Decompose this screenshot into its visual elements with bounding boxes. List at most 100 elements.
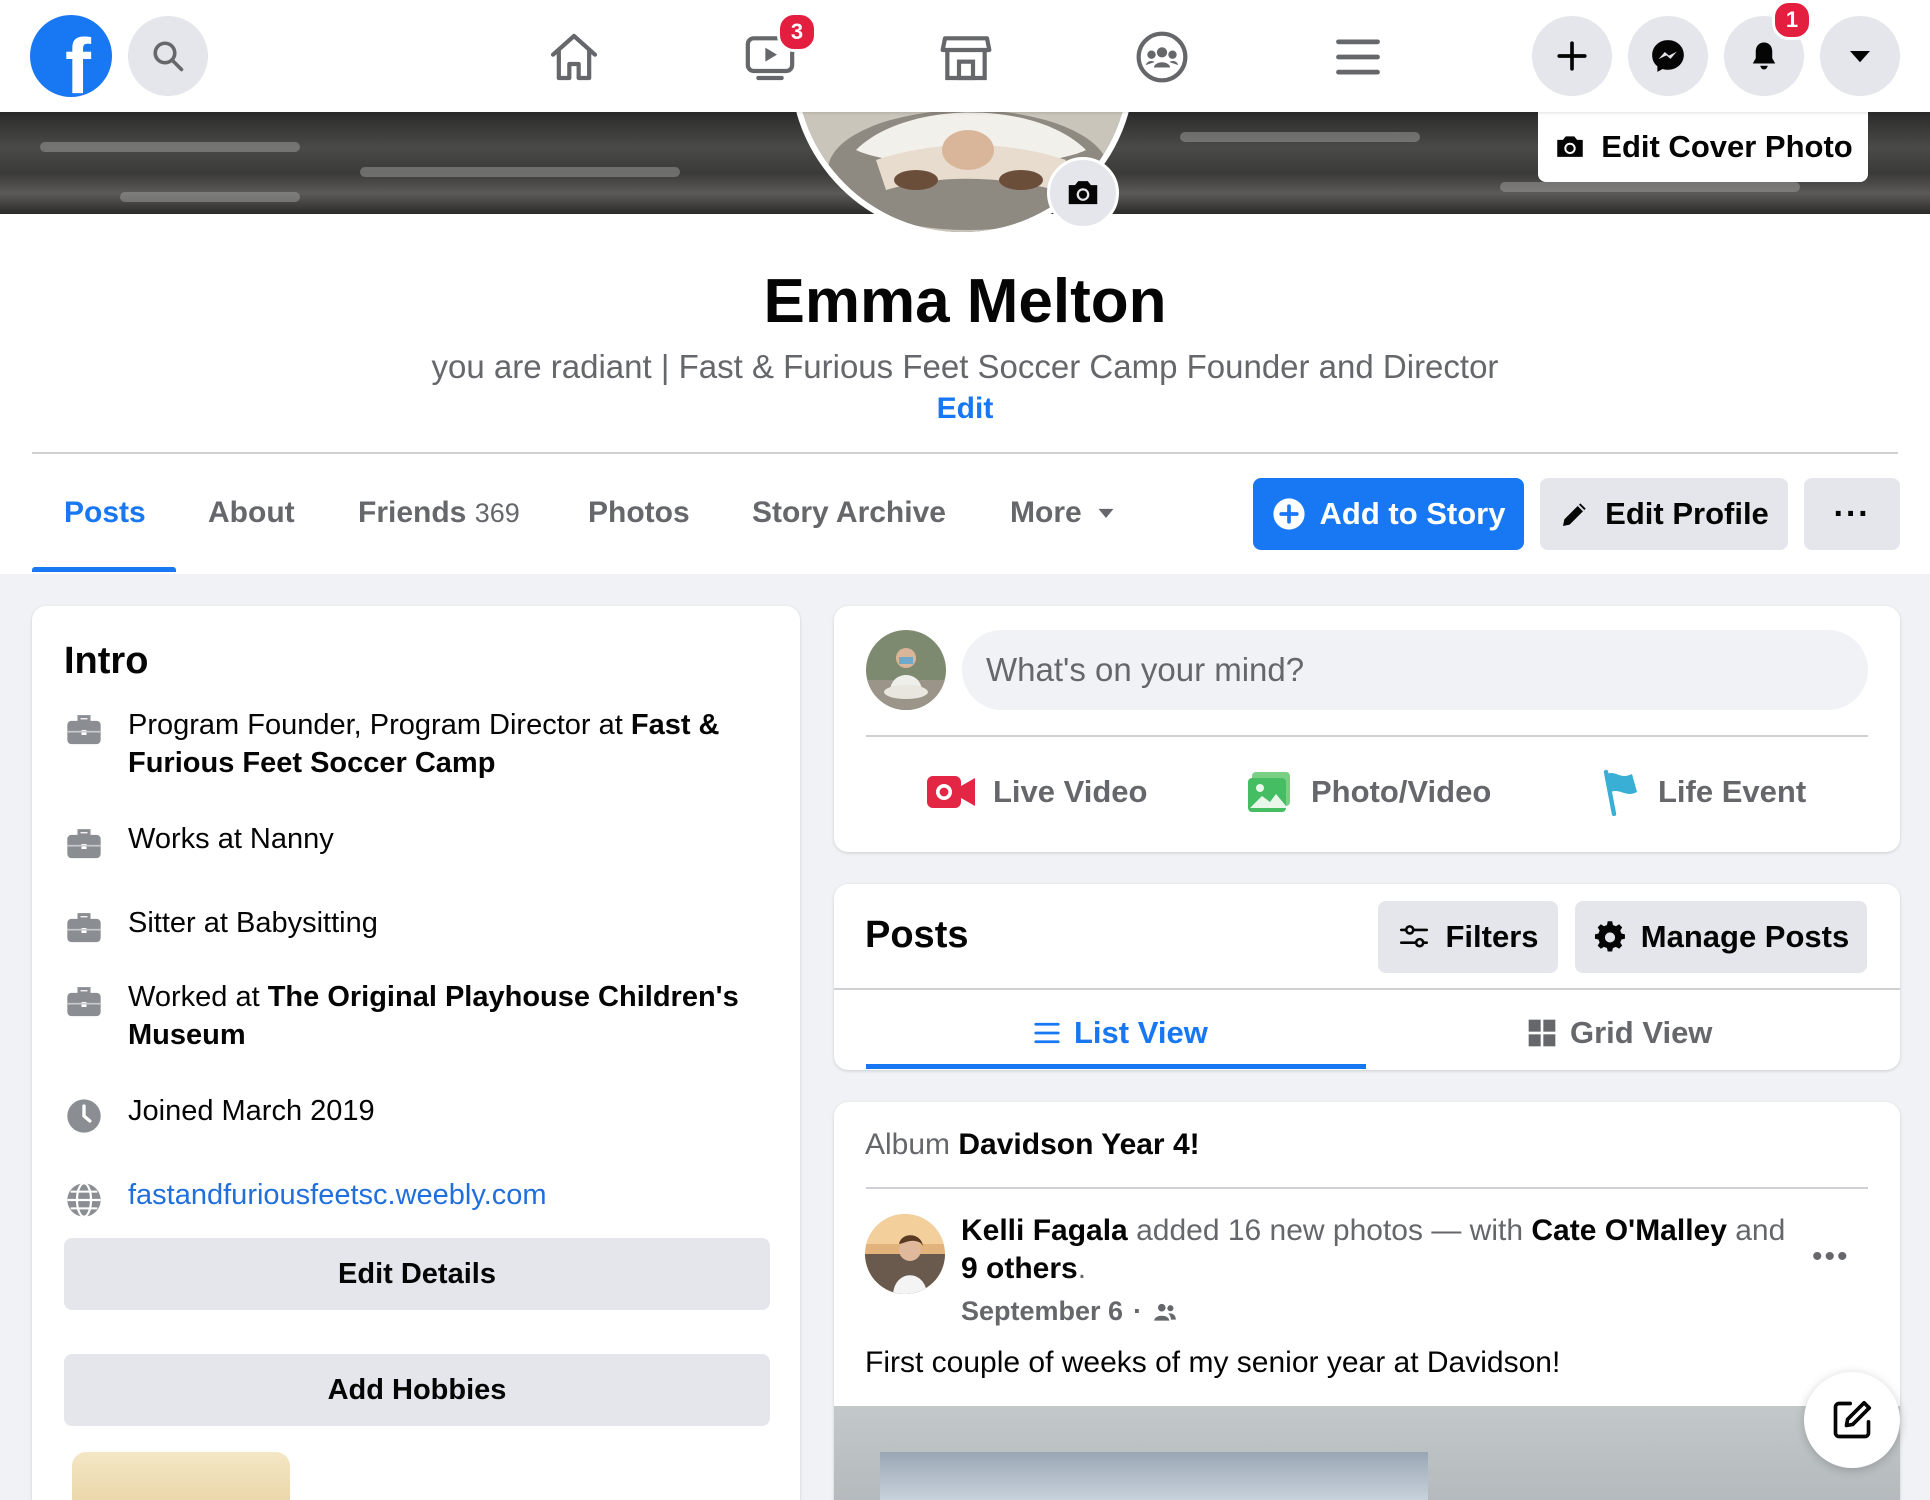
- tab-posts[interactable]: Posts: [64, 496, 146, 530]
- watch-badge: 3: [777, 12, 817, 52]
- post-photo[interactable]: [834, 1406, 1900, 1500]
- edit-profile-button[interactable]: Edit Profile: [1540, 478, 1788, 550]
- filters-icon: [1400, 925, 1429, 948]
- plus-icon: [1557, 41, 1587, 71]
- manage-posts-label: Manage Posts: [1640, 919, 1850, 954]
- post-meta: September 6 ·: [961, 1296, 1178, 1327]
- filters-label: Filters: [1445, 919, 1539, 954]
- post-date[interactable]: September 6: [961, 1296, 1123, 1327]
- compose-icon: [1833, 1400, 1872, 1439]
- nav-marketplace[interactable]: [931, 22, 1001, 92]
- nav-watch[interactable]: 3: [735, 12, 817, 92]
- notifications-badge: 1: [1772, 0, 1812, 40]
- intro-item-text: Sitter at Babysitting: [128, 907, 378, 939]
- globe-icon: [67, 1182, 101, 1218]
- intro-item-work-1: Program Founder, Program Director at Fas…: [64, 706, 764, 782]
- groups-icon: [1136, 31, 1188, 83]
- grid-icon: [1528, 1019, 1556, 1047]
- friends-count: 369: [474, 498, 520, 528]
- caret-down-icon: [1850, 51, 1870, 63]
- tagged-person[interactable]: Cate O'Malley: [1531, 1214, 1727, 1247]
- add-hobbies-button[interactable]: Add Hobbies: [64, 1354, 770, 1426]
- profile-more-button[interactable]: ···: [1804, 478, 1900, 550]
- account-menu-button[interactable]: [1820, 16, 1900, 96]
- header-divider: [32, 452, 1898, 454]
- post-divider: [866, 1187, 1868, 1189]
- edit-cover-photo-label: Edit Cover Photo: [1601, 129, 1853, 164]
- post-options-button[interactable]: •••: [1812, 1240, 1850, 1274]
- flag-icon: [1603, 769, 1637, 816]
- edit-bio-link: Edit: [0, 392, 1930, 426]
- intro-item-prefix: Program Founder, Program Director at: [128, 709, 631, 741]
- active-tab-indicator: [32, 567, 176, 572]
- new-message-button[interactable]: [1804, 1372, 1900, 1468]
- briefcase-icon: [67, 715, 101, 745]
- avatar-illustration: [865, 1214, 945, 1294]
- briefcase-icon: [67, 829, 101, 859]
- photo-video-label: Photo/Video: [1311, 774, 1492, 809]
- grid-view-label: Grid View: [1570, 1015, 1713, 1050]
- edit-bio-link-label[interactable]: Edit: [937, 392, 994, 425]
- nav-menu[interactable]: [1323, 22, 1393, 92]
- posts-header-divider: [834, 988, 1900, 990]
- edit-details-button[interactable]: Edit Details: [64, 1238, 770, 1310]
- life-event-label: Life Event: [1658, 774, 1807, 809]
- search-button[interactable]: [128, 16, 208, 96]
- tab-more[interactable]: More: [1010, 496, 1116, 530]
- tab-friends[interactable]: Friends 369: [358, 496, 520, 530]
- home-icon: [550, 33, 598, 81]
- pencil-icon: [1563, 503, 1586, 526]
- briefcase-icon: [67, 913, 101, 943]
- edit-profile-label: Edit Profile: [1605, 496, 1769, 531]
- messenger-icon: [1652, 40, 1684, 72]
- caret-down-icon: [1098, 508, 1114, 518]
- add-to-story-button[interactable]: Add to Story: [1253, 478, 1524, 550]
- friends-audience-icon[interactable]: [1152, 1299, 1178, 1325]
- composer-divider: [866, 735, 1868, 737]
- posts-section-title: Posts: [865, 914, 969, 956]
- list-view-tab[interactable]: List View: [1032, 1010, 1208, 1056]
- post-author-avatar[interactable]: [865, 1214, 945, 1294]
- album-prefix: Album: [865, 1128, 951, 1161]
- list-view-label: List View: [1074, 1015, 1208, 1050]
- composer-avatar[interactable]: [866, 630, 946, 710]
- intro-item-work-4: Worked at The Original Playhouse Childre…: [64, 978, 764, 1054]
- tab-more-label: More: [1010, 496, 1082, 529]
- featured-photo-thumbnail[interactable]: [72, 1452, 290, 1500]
- nav-home[interactable]: [539, 22, 609, 92]
- update-profile-picture-button[interactable]: [1047, 157, 1119, 229]
- post-author-name[interactable]: Kelli Fagala: [961, 1214, 1128, 1247]
- manage-posts-button[interactable]: Manage Posts: [1575, 901, 1867, 973]
- tab-about[interactable]: About: [208, 496, 295, 530]
- top-navigation-bar: f 3 1: [0, 0, 1930, 112]
- messenger-button[interactable]: [1628, 16, 1708, 96]
- photo-video-button[interactable]: Photo/Video: [1245, 766, 1491, 818]
- create-button[interactable]: [1532, 16, 1612, 96]
- edit-cover-photo-button[interactable]: Edit Cover Photo: [1538, 112, 1868, 182]
- grid-view-tab[interactable]: Grid View: [1526, 1010, 1712, 1056]
- post-header-text: Kelli Fagala added 16 new photos — with …: [961, 1212, 1801, 1288]
- intro-item-text: Works at Nanny: [128, 823, 334, 855]
- filters-button[interactable]: Filters: [1378, 901, 1558, 973]
- whats-on-your-mind-input[interactable]: [962, 630, 1868, 710]
- tagged-others[interactable]: 9 others: [961, 1252, 1078, 1285]
- notifications-button[interactable]: 1: [1724, 0, 1812, 96]
- tab-photos[interactable]: Photos: [588, 496, 690, 530]
- avatar-illustration: [866, 630, 946, 710]
- facebook-logo[interactable]: f: [30, 15, 112, 97]
- album-line: Album Davidson Year 4!: [865, 1128, 1200, 1162]
- search-icon: [153, 41, 184, 72]
- profile-bio: you are radiant | Fast & Furious Feet So…: [431, 348, 1499, 385]
- intro-item-website: fastandfuriousfeetsc.weebly.com: [64, 1176, 764, 1220]
- live-video-button[interactable]: Live Video: [925, 766, 1148, 818]
- marketplace-icon: [940, 36, 992, 81]
- album-name[interactable]: Davidson Year 4!: [958, 1128, 1199, 1161]
- nav-groups[interactable]: [1127, 22, 1197, 92]
- post-body-text: First couple of weeks of my senior year …: [865, 1346, 1561, 1379]
- website-link[interactable]: fastandfuriousfeetsc.weebly.com: [128, 1176, 547, 1220]
- camera-icon: [1557, 136, 1584, 157]
- tab-story-archive[interactable]: Story Archive: [752, 496, 946, 530]
- menu-icon: [1336, 39, 1380, 75]
- life-event-button[interactable]: Life Event: [1598, 766, 1806, 818]
- bell-icon: [1752, 42, 1776, 70]
